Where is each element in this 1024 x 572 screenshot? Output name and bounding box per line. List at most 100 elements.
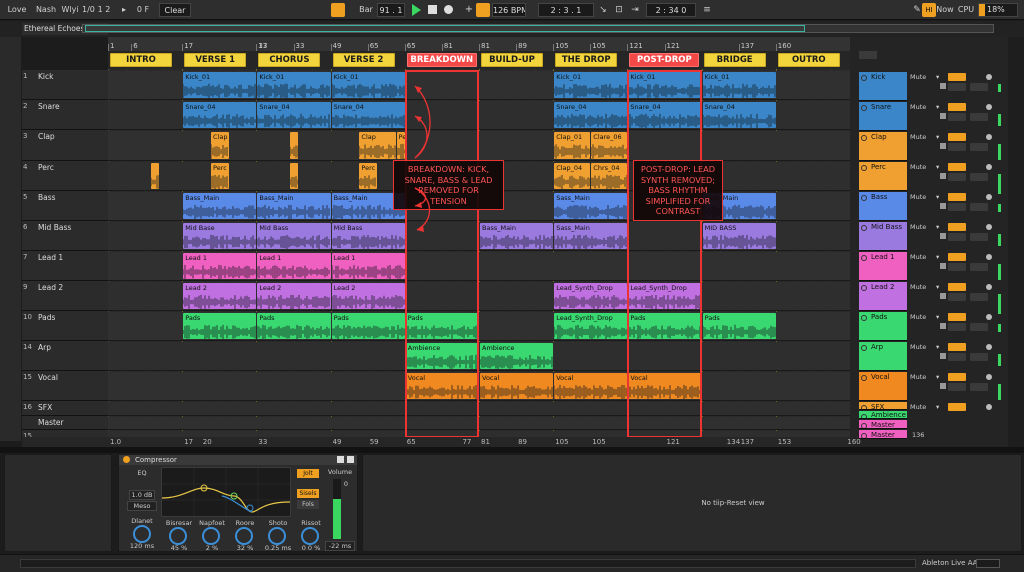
mixer-track-activator[interactable] [861,433,867,438]
clip[interactable] [289,163,299,189]
clip[interactable]: Clap [359,132,396,159]
mixer-track-activator[interactable] [861,345,867,351]
mute-select[interactable]: Mute [910,403,926,411]
mixer-track-activator[interactable] [861,135,867,141]
mute-select[interactable]: Mute [910,103,926,111]
mixer-track-lead-2[interactable]: Lead 2 [859,282,907,311]
knob[interactable] [169,527,187,545]
clip[interactable]: Chrs_04 [591,163,628,189]
draw-mode-icon[interactable] [476,3,490,17]
clip[interactable]: Lead 2 [257,283,331,309]
mixer-track-activator[interactable] [861,255,867,261]
section-verse-2[interactable]: VERSE 2 [332,53,395,67]
arm-icon[interactable] [986,164,992,170]
mixer-track-activator[interactable] [861,285,867,291]
clip[interactable]: Bass_Main [480,223,554,249]
mixer-track-activator[interactable] [861,405,867,409]
clip[interactable]: Snare_04 [554,102,628,128]
clip[interactable]: Lead 1 [331,253,405,279]
clip[interactable]: Clap [211,132,229,159]
clip[interactable] [150,163,159,189]
mixer-track-activator[interactable] [861,105,867,111]
panel-divider[interactable] [0,447,1024,453]
track-header[interactable]: 4 Perc [22,161,108,191]
clip[interactable]: Sass_Main [554,193,628,219]
clip[interactable]: Lead 2 [183,283,257,309]
level-button[interactable] [970,173,988,181]
track-header[interactable]: 7 Lead 1 [22,251,108,281]
volume-value[interactable]: -22 ms [325,541,355,551]
clip[interactable]: Lead 1 [257,253,331,279]
arm-icon[interactable] [986,74,992,80]
clip[interactable]: Bass_Main [257,193,331,219]
send-button[interactable] [948,353,966,361]
arrangement-position-field[interactable]: 2 : 3 . 1 [538,3,594,17]
menu-love[interactable]: Love [6,0,28,20]
clip[interactable]: Perc [359,163,377,189]
mute-select[interactable]: Mute [910,343,926,351]
mixer-track-snare[interactable]: Snare [859,102,907,131]
section-post-drop[interactable]: POST-DROP [629,53,700,67]
clip[interactable]: Lead_Synth_Drop [554,283,628,309]
send-button[interactable] [948,323,966,331]
arm-icon[interactable] [986,284,992,290]
mute-select[interactable]: Mute [910,253,926,261]
mute-select[interactable]: Mute [910,313,926,321]
level-button[interactable] [970,83,988,91]
clip[interactable]: Lead 2 [331,283,405,309]
mute-select[interactable]: Mute [910,133,926,141]
track-header[interactable]: 14 Arp [22,341,108,371]
level-button[interactable] [970,293,988,301]
clip[interactable]: Ambience [480,343,554,369]
clip[interactable]: Clap_01 [554,132,591,159]
track-header[interactable]: 16 SFX [22,401,108,416]
track-header[interactable]: 5 Bass [22,191,108,221]
arm-icon[interactable] [986,194,992,200]
track-header[interactable]: 6 Mid Bass [22,221,108,251]
section-build-up[interactable]: BUILD-UP [481,53,543,67]
section-breakdown[interactable]: BREAKDOWN [406,53,477,67]
overview-viewport[interactable] [85,25,805,32]
device-jolt-button[interactable]: Jolt [297,469,319,478]
arm-icon[interactable] [986,404,992,410]
solo-button[interactable] [948,133,966,141]
mute-select[interactable]: Mute [910,163,926,171]
mixer-track-clap[interactable]: Clap [859,132,907,161]
mixer-track-activator[interactable] [861,165,867,171]
clip[interactable]: Snare_04 [183,102,257,128]
mixer-track-pads[interactable]: Pads [859,312,907,341]
arm-icon[interactable] [986,104,992,110]
clip[interactable]: Mid Bass [331,223,405,249]
track-header[interactable]: 1 Kick [22,70,108,100]
mixer-track-master[interactable]: Master [859,420,907,429]
clip[interactable]: Pads [702,313,776,339]
tempo-field[interactable]: 126 BPM [492,3,526,17]
send-button[interactable] [948,203,966,211]
section-intro[interactable]: INTRO [110,53,172,67]
clip[interactable]: Clare_06 [591,132,628,159]
status-toggle[interactable] [976,559,1000,568]
level-button[interactable] [970,143,988,151]
clip[interactable]: Clap_04 [554,163,591,189]
clip[interactable]: Pads [331,313,405,339]
send-button[interactable] [948,173,966,181]
solo-button[interactable] [948,283,966,291]
arm-icon[interactable] [986,134,992,140]
mute-select[interactable]: Mute [910,193,926,201]
mixer-track-master[interactable]: Master [859,430,907,439]
bar-position-field[interactable]: 91 . 1 [377,3,405,17]
mixer-track-activator[interactable] [861,315,867,321]
solo-button[interactable] [948,193,966,201]
track-header[interactable]: 2 Snare [22,100,108,130]
section-verse-1[interactable]: VERSE 1 [184,53,247,67]
curve-icon[interactable]: ↘ [596,3,610,17]
device-fols-button[interactable]: Fols [297,500,319,509]
track-header[interactable]: 9 Lead 2 [22,281,108,311]
knob[interactable] [268,527,286,545]
ratio-selector[interactable]: 0 F [132,0,154,20]
clip[interactable]: Kick_01 [702,72,776,98]
section-outro[interactable]: OUTRO [777,53,840,67]
mixer-track-mid-bass[interactable]: Mid Bass [859,222,907,251]
mixer-track-ambience[interactable]: Ambience [859,411,907,419]
level-button[interactable] [970,353,988,361]
